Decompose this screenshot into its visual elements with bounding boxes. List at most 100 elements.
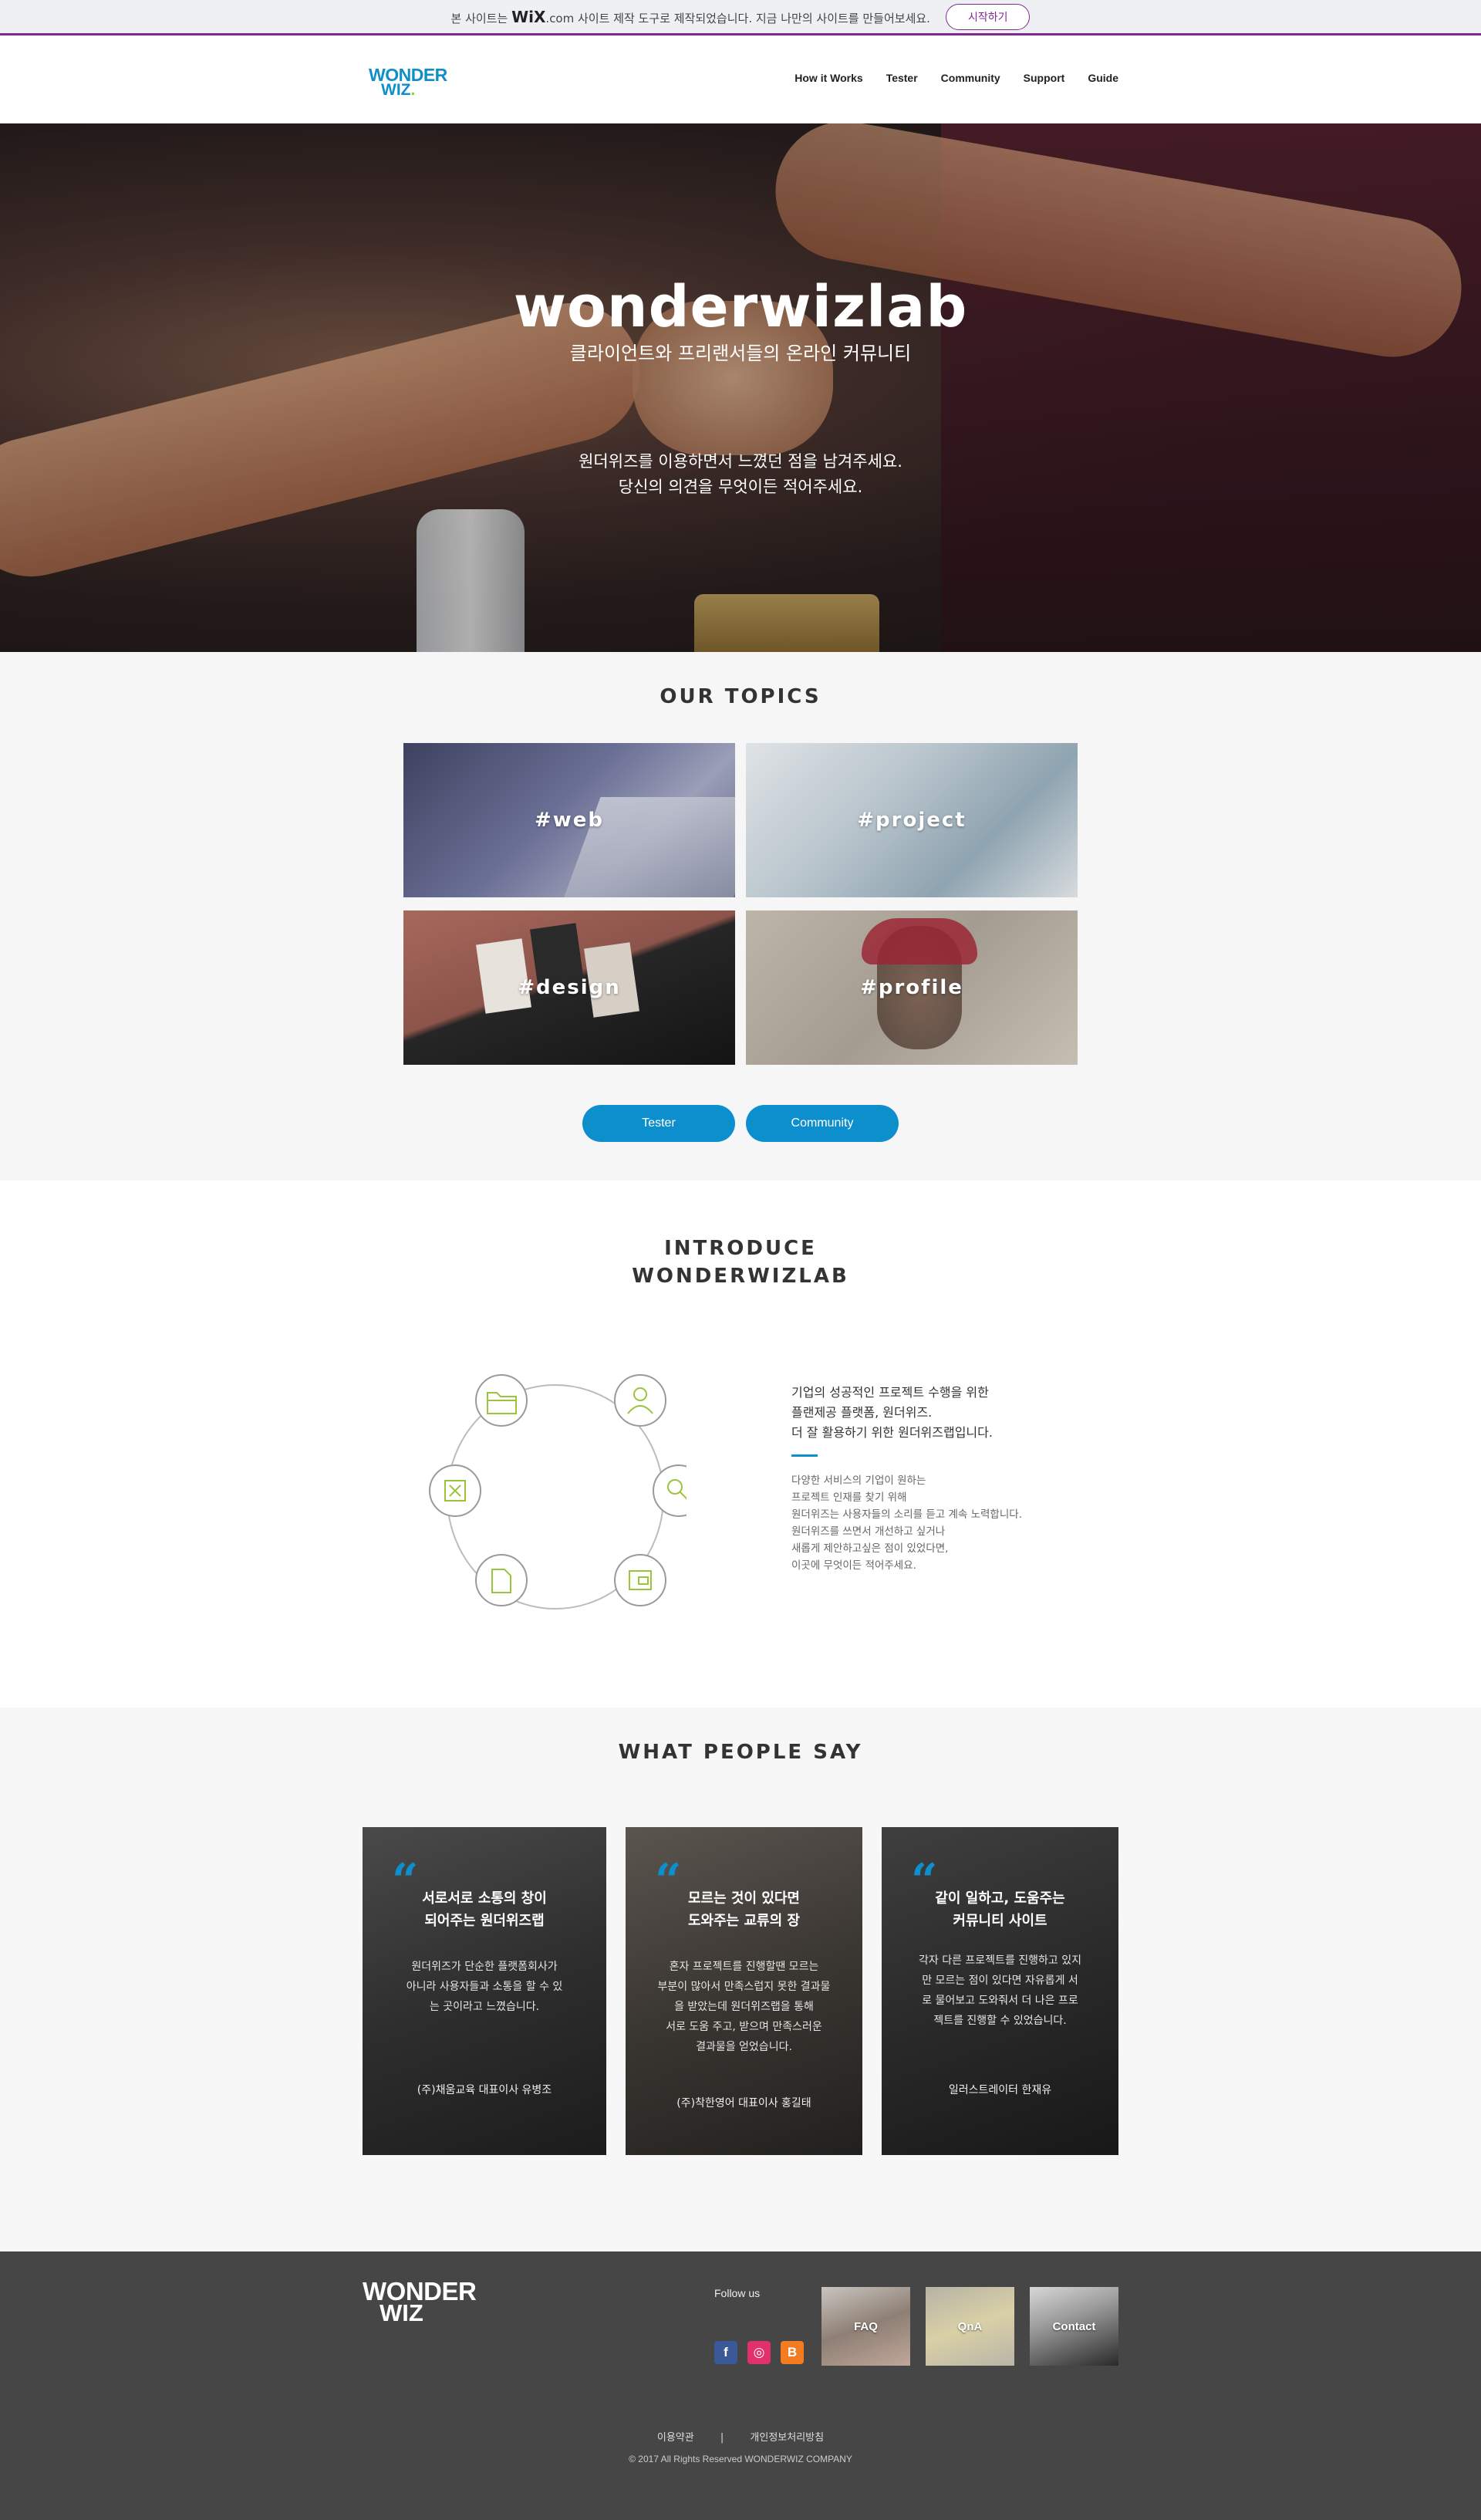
profile-cap-image <box>862 918 977 964</box>
hero-title: wonderwizlab <box>513 274 968 340</box>
testimonial-heading-line: 되어주는 원더위즈랩 <box>424 1913 545 1929</box>
topic-tile-design[interactable]: #design <box>403 910 735 1065</box>
topic-tile-project[interactable]: #project <box>746 743 1078 897</box>
footer-logo[interactable]: WONDER WIZ <box>363 2278 477 2326</box>
social-links: f ◎ B <box>714 2341 804 2364</box>
contact-thumb[interactable]: Contact <box>1030 2287 1118 2366</box>
introduce-heading-line: 플랜제공 플랫폼, 원더위즈. <box>791 1405 933 1420</box>
topic-label-design: #design <box>518 976 621 999</box>
testimonial-body-line: 만 모르는 점이 있다면 자유롭게 서 <box>922 1974 1078 1987</box>
site-logo[interactable]: WONDER WIZ. <box>369 65 461 99</box>
logo-line2-a: WIZ <box>381 81 411 99</box>
testimonials-title: WHAT PEOPLE SAY <box>618 1741 863 1764</box>
hero-section: wonderwizlab 클라이언트와 프리랜서들의 온라인 커뮤니티 원더위즈… <box>0 123 1481 652</box>
instagram-icon[interactable]: ◎ <box>747 2341 771 2364</box>
testimonial-heading: 같이 일하고, 도움주는 커뮤니티 사이트 <box>882 1887 1118 1932</box>
wix-brand-suffix: .com <box>545 11 575 25</box>
wix-brand: WiX <box>511 7 546 26</box>
testimonial-body-line: 각자 다른 프로젝트를 진행하고 있지 <box>919 1954 1081 1967</box>
contact-label: Contact <box>1052 2319 1096 2333</box>
introduce-title: INTRODUCE WONDERWIZLAB <box>0 1235 1481 1290</box>
nav-guide[interactable]: Guide <box>1088 72 1118 84</box>
testimonial-body-line: 부분이 많아서 만족스럽지 못한 결과물 <box>657 1981 831 1993</box>
testimonial-heading-line: 서로서로 소통의 창이 <box>422 1890 547 1907</box>
document-icon <box>475 1554 528 1606</box>
qna-thumb[interactable]: QnA <box>926 2287 1014 2366</box>
topic-tile-profile[interactable]: #profile <box>746 910 1078 1065</box>
testimonial-body-line: 서로 도움 주고, 받으며 만족스러운 <box>666 2021 822 2033</box>
wix-text-before: 본 사이트는 <box>450 11 508 25</box>
hero-subtitle: 클라이언트와 프리랜서들의 온라인 커뮤니티 <box>569 343 912 364</box>
community-button[interactable]: Community <box>746 1105 899 1142</box>
topic-tile-web[interactable]: #web <box>403 743 735 897</box>
facebook-icon[interactable]: f <box>714 2341 737 2364</box>
testimonial-heading: 서로서로 소통의 창이 되어주는 원더위즈랩 <box>363 1887 606 1932</box>
wix-text-after: 사이트 제작 도구로 제작되었습니다. 지금 나만의 사이트를 만들어보세요. <box>578 11 930 25</box>
testimonial-heading-line: 도와주는 교류의 장 <box>687 1913 800 1929</box>
faq-label: FAQ <box>854 2319 878 2333</box>
testimonial-body-line: 젝트를 진행할 수 있었습니다. <box>933 2015 1067 2027</box>
folder-icon <box>475 1374 528 1427</box>
topics-title: OUR TOPICS <box>660 685 821 708</box>
introduce-body-line: 이곳에 무엇이든 적어주세요. <box>791 1559 916 1572</box>
footer-logo-line2: WIZ <box>380 2299 423 2326</box>
testimonials-section: WHAT PEOPLE SAY “ 서로서로 소통의 창이 되어주는 원더위즈랩… <box>0 1708 1481 2251</box>
introduce-body: 다양한 서비스의 기업이 원하는 프로젝트 인재를 찾기 위해 원더위즈는 사용… <box>791 1472 1022 1574</box>
introduce-body-line: 새롭게 제안하고싶은 점이 있었다면, <box>791 1542 949 1555</box>
hero-message-line2: 당신의 의견을 무엇이든 적어주세요. <box>618 478 863 496</box>
testimonial-card: “ 같이 일하고, 도움주는 커뮤니티 사이트 각자 다른 프로젝트를 진행하고… <box>882 1827 1118 2155</box>
testimonial-card: “ 모르는 것이 있다면 도와주는 교류의 장 혼자 프로젝트를 진행할땐 모르… <box>626 1827 862 2155</box>
nav-tester[interactable]: Tester <box>886 72 918 84</box>
introduce-heading-line: 기업의 성공적인 프로젝트 수행을 위한 <box>791 1385 989 1400</box>
wix-banner-text: 본 사이트는 WiX.com 사이트 제작 도구로 제작되었습니다. 지금 나만… <box>451 8 930 26</box>
qna-label: QnA <box>957 2319 983 2333</box>
topic-label-profile: #profile <box>860 976 963 999</box>
footer-link-separator: | <box>720 2432 724 2444</box>
terms-link[interactable]: 이용약관 <box>657 2432 694 2444</box>
introduce-body-line: 원더위즈를 쓰면서 개선하고 싶거나 <box>791 1525 946 1538</box>
nav-community[interactable]: Community <box>941 72 1000 84</box>
blogger-icon[interactable]: B <box>781 2341 804 2364</box>
topics-section: OUR TOPICS #web #project #design #profil… <box>0 652 1481 1181</box>
wallet-icon <box>614 1554 666 1606</box>
testimonial-body-line: 을 받았는데 원더위즈랩을 통해 <box>674 2001 814 2013</box>
introduce-body-line: 원더위즈는 사용자들의 소리를 듣고 계속 노력합니다. <box>791 1508 1022 1521</box>
search-icon <box>653 1464 687 1517</box>
user-icon <box>614 1374 666 1427</box>
testimonial-body: 원더위즈가 단순한 플랫폼회사가 아니라 사용자들과 소통을 할 수 있 는 곳… <box>363 1957 606 2017</box>
testimonial-body-line: 결과물을 얻었습니다. <box>696 2041 792 2053</box>
main-nav: How it Works Tester Community Support Gu… <box>794 72 1118 84</box>
introduce-divider <box>791 1454 818 1457</box>
testimonial-body-line: 로 물어보고 도와줘서 더 나은 프로 <box>922 1995 1078 2007</box>
introduce-section: INTRODUCE WONDERWIZLAB 기업의 성공적인 프로젝트 수행을… <box>0 1181 1481 1708</box>
introduce-title-line1: INTRODUCE <box>664 1237 817 1260</box>
close-box-icon <box>429 1464 481 1517</box>
tester-button[interactable]: Tester <box>582 1105 735 1142</box>
testimonial-body-line: 아니라 사용자들과 소통을 할 수 있 <box>406 1981 563 1993</box>
nav-how-it-works[interactable]: How it Works <box>794 72 862 84</box>
faq-thumb[interactable]: FAQ <box>821 2287 910 2366</box>
testimonial-card: “ 서로서로 소통의 창이 되어주는 원더위즈랩 원더위즈가 단순한 플랫폼회사… <box>363 1827 606 2155</box>
footer-links: 이용약관 | 개인정보처리방침 <box>0 2429 1481 2444</box>
copyright: © 2017 All Rights Reserved WONDERWIZ COM… <box>629 2454 852 2464</box>
logo-line2-b: . <box>410 81 416 99</box>
logo-line1: WONDER <box>369 65 447 85</box>
topic-label-project: #project <box>857 809 967 832</box>
nav-support[interactable]: Support <box>1024 72 1065 84</box>
introduce-heading: 기업의 성공적인 프로젝트 수행을 위한 플랜제공 플랫폼, 원더위즈. 더 잘… <box>791 1383 993 1443</box>
introduce-body-line: 다양한 서비스의 기업이 원하는 <box>791 1475 926 1487</box>
hero-overlay <box>0 123 1481 652</box>
testimonial-author: (주)착한영어 대표이사 홍길태 <box>676 2097 811 2110</box>
testimonial-body-line: 원더위즈가 단순한 플랫폼회사가 <box>411 1961 558 1973</box>
testimonial-author: (주)채움교육 대표이사 유병조 <box>417 2084 552 2096</box>
wix-start-button[interactable]: 시작하기 <box>945 3 1031 30</box>
site-footer: WONDER WIZ Follow us f ◎ B FAQ QnA Conta… <box>0 2251 1481 2520</box>
testimonial-body-line: 혼자 프로젝트를 진행할땐 모르는 <box>669 1961 819 1973</box>
topic-label-web: #web <box>534 809 605 832</box>
testimonial-heading-line: 같이 일하고, 도움주는 <box>935 1890 1065 1907</box>
hero-message-line1: 원더위즈를 이용하면서 느꼈던 점을 남겨주세요. <box>579 452 902 471</box>
follow-us-label: Follow us <box>714 2287 761 2299</box>
wix-banner: 본 사이트는 WiX.com 사이트 제작 도구로 제작되었습니다. 지금 나만… <box>0 0 1481 35</box>
privacy-link[interactable]: 개인정보처리방침 <box>750 2432 824 2444</box>
testimonial-body-line: 는 곳이라고 느꼈습니다. <box>429 2001 540 2013</box>
